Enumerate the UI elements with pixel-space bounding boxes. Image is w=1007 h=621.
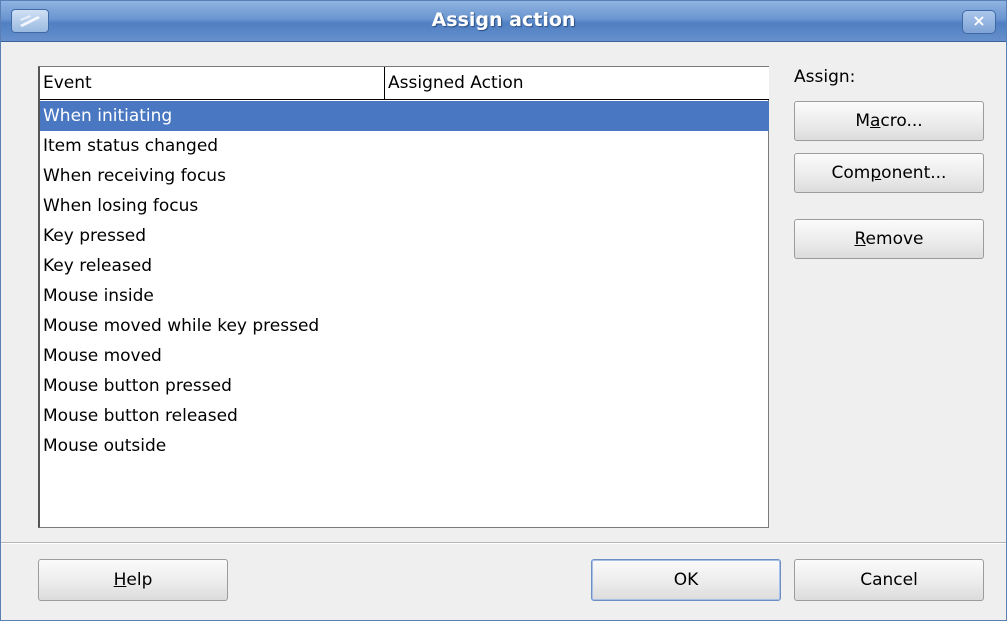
remove-button[interactable]: Remove xyxy=(794,219,984,259)
assign-action-dialog: Assign action × Event Assigned Action Wh… xyxy=(0,0,1007,621)
component-button[interactable]: Component... xyxy=(794,153,984,193)
event-rows: When initiating Item status changed When r… xyxy=(40,101,769,461)
window-menu-icon xyxy=(20,15,40,27)
footer-divider xyxy=(1,542,1006,544)
list-item[interactable]: Key released xyxy=(40,251,769,281)
list-item[interactable]: Mouse inside xyxy=(40,281,769,311)
app-icon[interactable] xyxy=(11,9,49,33)
event-name: Mouse moved xyxy=(43,346,162,366)
event-name: Mouse button released xyxy=(43,406,238,426)
remove-button-mnemonic: R xyxy=(854,229,866,249)
macro-button-mnemonic: a xyxy=(869,111,881,131)
event-name: Key released xyxy=(43,256,153,276)
list-item[interactable]: Mouse outside xyxy=(40,431,769,461)
macro-button-label-start: M xyxy=(855,111,870,131)
ok-button[interactable]: OK xyxy=(591,559,781,601)
event-name: Mouse button pressed xyxy=(43,376,232,396)
event-name: Key pressed xyxy=(43,226,147,246)
list-item[interactable]: Item status changed xyxy=(40,131,769,161)
assign-label: Assign: xyxy=(794,67,856,87)
column-header-assigned-action[interactable]: Assigned Action xyxy=(385,67,769,99)
list-item[interactable]: Mouse moved xyxy=(40,341,769,371)
event-name: Item status changed xyxy=(43,136,219,156)
component-button-mnemonic: p xyxy=(870,163,882,183)
list-item[interactable]: When initiating xyxy=(40,101,769,131)
list-item[interactable]: When losing focus xyxy=(40,191,769,221)
event-list[interactable]: Event Assigned Action When initiating Ite… xyxy=(38,66,769,528)
cancel-button[interactable]: Cancel xyxy=(794,559,984,601)
list-item[interactable]: Mouse button pressed xyxy=(40,371,769,401)
close-button[interactable]: × xyxy=(962,10,996,34)
macro-button[interactable]: Macro... xyxy=(794,101,984,141)
component-button-label-start: Com xyxy=(831,163,871,183)
component-button-label-end: onent... xyxy=(881,163,947,183)
window-title: Assign action xyxy=(431,9,576,31)
remove-button-label-end: emove xyxy=(865,229,924,249)
close-icon: × xyxy=(972,11,986,30)
column-header-event[interactable]: Event xyxy=(40,67,385,99)
help-button-label-end: elp xyxy=(126,570,153,590)
event-name: Mouse moved while key pressed xyxy=(43,316,320,336)
list-item[interactable]: When receiving focus xyxy=(40,161,769,191)
list-header: Event Assigned Action xyxy=(40,67,769,100)
list-item[interactable]: Mouse button released xyxy=(40,401,769,431)
list-item[interactable]: Key pressed xyxy=(40,221,769,251)
title-bar[interactable]: Assign action × xyxy=(1,1,1006,42)
event-name: Mouse outside xyxy=(43,436,167,456)
help-button[interactable]: Help xyxy=(38,559,228,601)
list-item[interactable]: Mouse moved while key pressed xyxy=(40,311,769,341)
event-name: When initiating xyxy=(43,106,173,126)
event-name: When losing focus xyxy=(43,196,199,216)
event-name: When receiving focus xyxy=(43,166,226,186)
macro-button-label-end: cro... xyxy=(880,111,923,131)
help-button-mnemonic: H xyxy=(113,570,127,590)
event-name: Mouse inside xyxy=(43,286,154,306)
